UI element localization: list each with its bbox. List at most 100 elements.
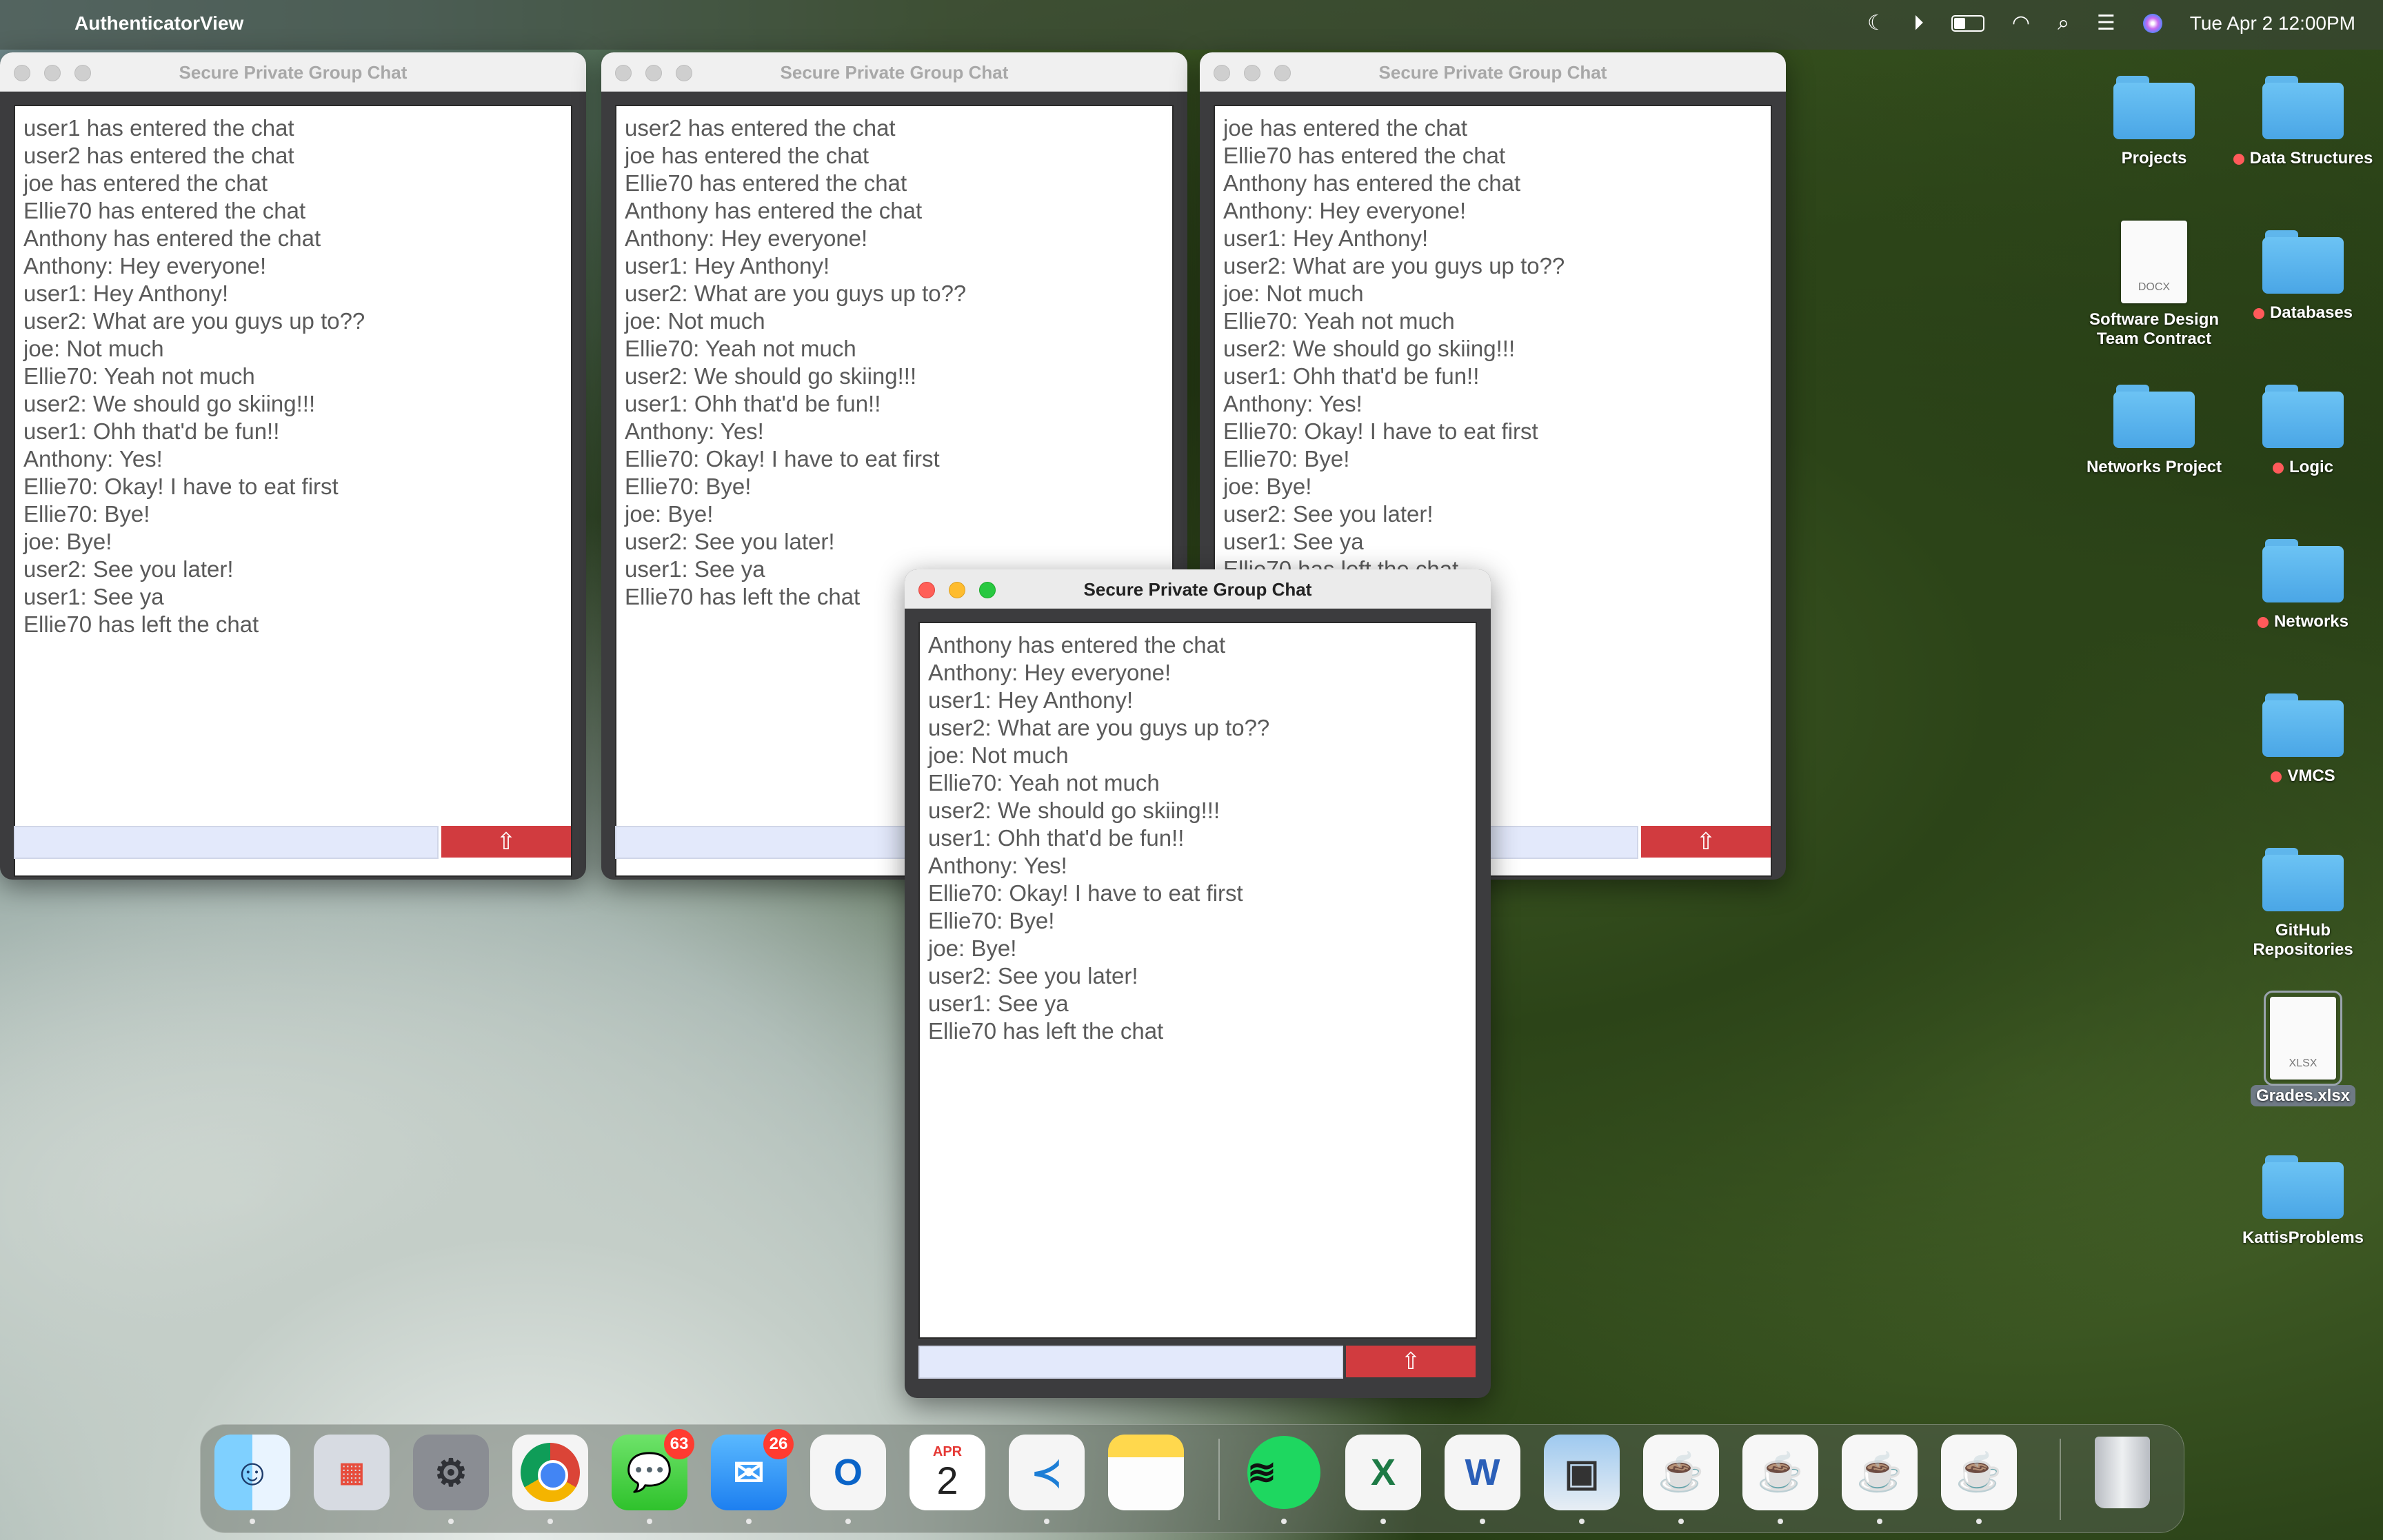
running-indicator (845, 1519, 851, 1524)
chat-message: joe: Bye! (1223, 474, 1312, 499)
running-indicator (1281, 1519, 1287, 1524)
desktop-folder-logic[interactable]: Logic (2227, 385, 2379, 477)
running-indicator (1778, 1519, 1783, 1524)
folder-icon (2262, 539, 2344, 602)
chat-message: Anthony: Yes! (1223, 391, 1363, 416)
chat-message: Ellie70: Okay! I have to eat first (928, 880, 1243, 906)
chat-message: user1: Ohh that'd be fun!! (1223, 363, 1480, 389)
folder-icon (2262, 230, 2344, 294)
window-title: Secure Private Group Chat (179, 62, 408, 83)
system-settings-icon[interactable]: ⚙ (413, 1435, 489, 1510)
dock-separator (1218, 1439, 1220, 1520)
desktop-folder-kattis[interactable]: KattisProblems (2227, 1155, 2379, 1248)
mail-icon[interactable]: ✉ 26 (711, 1429, 794, 1510)
desktop-folder-vmcs[interactable]: VMCS (2227, 693, 2379, 786)
desktop-file-software-design[interactable]: DOCX Software Design Team Contract (2078, 221, 2230, 349)
window-title: Secure Private Group Chat (780, 62, 1009, 83)
chat-message: Anthony has entered the chat (1223, 170, 1521, 196)
play-icon[interactable]: ⏵ (1913, 11, 1924, 36)
desktop-folder-data-structures[interactable]: Data Structures (2227, 76, 2379, 168)
calendar-icon[interactable]: APR 2 (909, 1435, 985, 1510)
chat-message: user2: What are you guys up to?? (1223, 253, 1565, 278)
chat-message: Ellie70 has entered the chat (625, 170, 907, 196)
chrome-icon[interactable] (512, 1435, 588, 1510)
chat-log[interactable]: Anthony has entered the chat Anthony: Hey… (918, 622, 1477, 1339)
chat-message: user2 has entered the chat (625, 115, 896, 141)
notes-icon[interactable] (1108, 1435, 1184, 1510)
preview-icon[interactable]: ▣ (1544, 1435, 1620, 1510)
title-bar[interactable]: Secure Private Group Chat (601, 52, 1187, 92)
chat-message: joe: Not much (625, 308, 765, 334)
chat-message: user2: We should go skiing!!! (23, 391, 316, 416)
chat-message: Ellie70: Okay! I have to eat first (23, 474, 339, 499)
chat-message: joe: Not much (23, 336, 164, 361)
finder-icon[interactable]: ☺ (214, 1435, 290, 1510)
running-indicator (1579, 1519, 1585, 1524)
chat-message: Ellie70 has left the chat (928, 1018, 1164, 1044)
battery-icon[interactable] (1951, 15, 1984, 32)
messages-icon[interactable]: 💬 63 (612, 1429, 694, 1510)
chat-message: Anthony: Hey everyone! (23, 253, 267, 278)
chat-message: user1: Hey Anthony! (23, 281, 229, 306)
chat-message: user2: See you later! (625, 529, 835, 554)
java-icon[interactable]: ☕ (1742, 1435, 1818, 1510)
message-input[interactable] (918, 1346, 1343, 1379)
xlsx-file-icon: XLSX (2264, 991, 2342, 1086)
chat-message: user1: See ya (23, 584, 164, 609)
message-input[interactable] (14, 826, 439, 859)
send-arrow-icon: ⇧ (1696, 829, 1716, 855)
outlook-icon[interactable]: O (810, 1435, 886, 1510)
spotify-icon[interactable]: ≋ (1246, 1435, 1322, 1510)
title-bar[interactable]: Secure Private Group Chat (0, 52, 586, 92)
title-bar[interactable]: Secure Private Group Chat (1200, 52, 1786, 92)
desktop-item-label: Networks Project (2086, 458, 2222, 476)
title-bar[interactable]: Secure Private Group Chat (905, 569, 1491, 609)
running-indicator (250, 1519, 255, 1524)
chat-message: user2: What are you guys up to?? (23, 308, 365, 334)
active-app-name[interactable]: AuthenticatorView (74, 12, 243, 34)
launchpad-icon[interactable]: ▦ (314, 1435, 390, 1510)
chat-message: Anthony has entered the chat (928, 632, 1226, 658)
excel-icon[interactable]: X (1345, 1435, 1421, 1510)
desktop-item-label: Projects (2121, 149, 2187, 168)
chat-message: joe: Not much (1223, 281, 1364, 306)
folder-icon (2113, 76, 2195, 139)
chat-message: Ellie70: Okay! I have to eat first (1223, 418, 1538, 444)
control-center-icon[interactable]: ☰ (2097, 11, 2115, 36)
chat-message: Ellie70: Yeah not much (625, 336, 856, 361)
send-button[interactable]: ⇧ (1641, 826, 1771, 858)
send-button[interactable]: ⇧ (441, 826, 571, 858)
chat-message: Ellie70 has left the chat (23, 611, 259, 637)
messages-badge: 63 (664, 1429, 694, 1459)
wifi-icon[interactable]: ◠ (2012, 11, 2030, 36)
send-arrow-icon: ⇧ (496, 829, 516, 855)
red-tag-icon (2253, 307, 2264, 319)
moon-icon[interactable]: ☾ (1867, 11, 1886, 36)
vscode-icon[interactable]: ≺ (1009, 1435, 1085, 1510)
chat-message: user2: We should go skiing!!! (1223, 336, 1516, 361)
desktop-folder-projects[interactable]: Projects (2078, 76, 2230, 168)
chat-message: Ellie70: Bye! (625, 474, 752, 499)
java-icon[interactable]: ☕ (1842, 1435, 1918, 1510)
send-arrow-icon: ⇧ (1400, 1348, 1421, 1375)
java-icon[interactable]: ☕ (1643, 1435, 1719, 1510)
desktop-folder-networks-project[interactable]: Networks Project (2078, 385, 2230, 477)
folder-icon (2262, 385, 2344, 448)
siri-icon[interactable] (2142, 14, 2162, 33)
chat-message: Anthony: Hey everyone! (625, 225, 868, 251)
java-icon[interactable]: ☕ (1941, 1435, 2017, 1510)
menubar-clock[interactable]: Tue Apr 2 12:00PM (2190, 12, 2355, 34)
word-icon[interactable]: W (1445, 1435, 1520, 1510)
chat-message: Anthony: Yes! (928, 853, 1067, 878)
desktop-item-label: GitHub Repositories (2253, 921, 2353, 959)
search-icon[interactable]: ⌕ (2058, 11, 2069, 36)
chat-message: Anthony has entered the chat (625, 198, 923, 223)
desktop-folder-databases[interactable]: Databases (2227, 230, 2379, 323)
chat-log[interactable]: user1 has entered the chat user2 has ente… (14, 105, 572, 877)
send-button[interactable]: ⇧ (1346, 1346, 1476, 1377)
chat-message: user1: Hey Anthony! (928, 687, 1134, 713)
trash-icon[interactable] (2084, 1435, 2160, 1510)
desktop-folder-github[interactable]: GitHub Repositories (2227, 848, 2379, 960)
desktop-folder-networks[interactable]: Networks (2227, 539, 2379, 631)
desktop-file-grades[interactable]: XLSX Grades.xlsx (2227, 991, 2379, 1106)
